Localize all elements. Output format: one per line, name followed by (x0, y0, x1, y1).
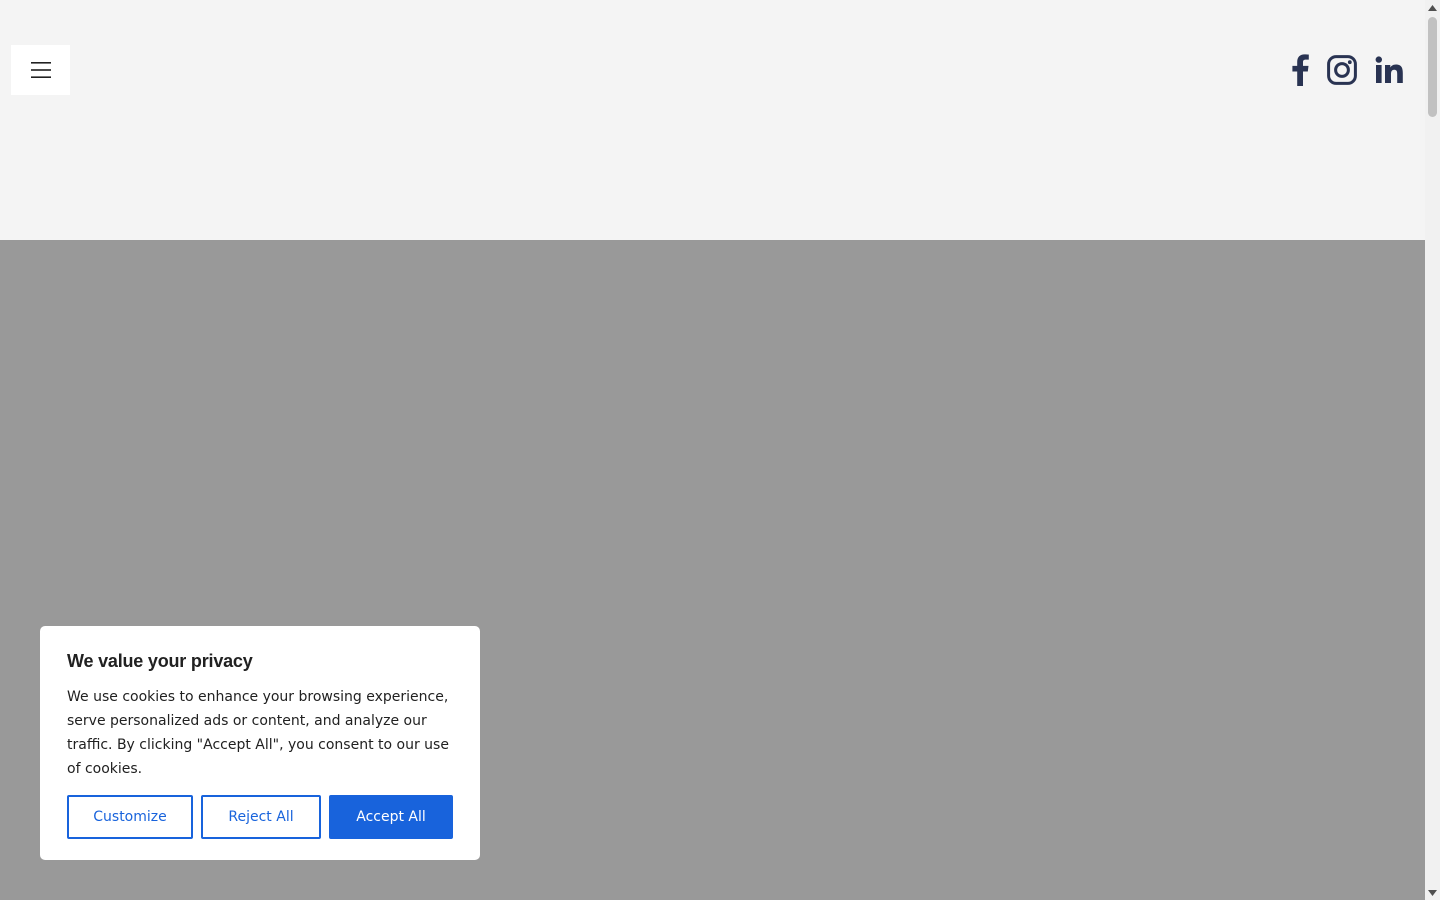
facebook-icon (1292, 54, 1309, 86)
accept-all-button[interactable]: Accept All (329, 795, 453, 839)
social-links (1291, 50, 1403, 90)
scroll-down-arrow-icon[interactable] (1425, 885, 1440, 900)
customize-button[interactable]: Customize (67, 795, 193, 839)
page-viewport: We value your privacy We use cookies to … (0, 0, 1425, 900)
cookie-consent-banner: We value your privacy We use cookies to … (40, 626, 480, 860)
site-header (0, 0, 1425, 240)
cookie-actions: Customize Reject All Accept All (67, 795, 453, 839)
linkedin-icon (1375, 56, 1403, 83)
scroll-up-arrow-icon[interactable] (1425, 0, 1440, 15)
facebook-link[interactable] (1291, 50, 1309, 90)
hamburger-menu-icon (30, 62, 51, 78)
scrollbar-thumb[interactable] (1428, 17, 1437, 117)
instagram-link[interactable] (1327, 50, 1357, 90)
page-scrollbar[interactable] (1425, 0, 1440, 900)
linkedin-link[interactable] (1375, 50, 1403, 90)
cookie-description: We use cookies to enhance your browsing … (67, 689, 449, 777)
cookie-title: We value your privacy (67, 651, 253, 671)
instagram-icon (1327, 55, 1357, 85)
reject-all-button[interactable]: Reject All (201, 795, 321, 839)
menu-button[interactable] (11, 45, 70, 95)
